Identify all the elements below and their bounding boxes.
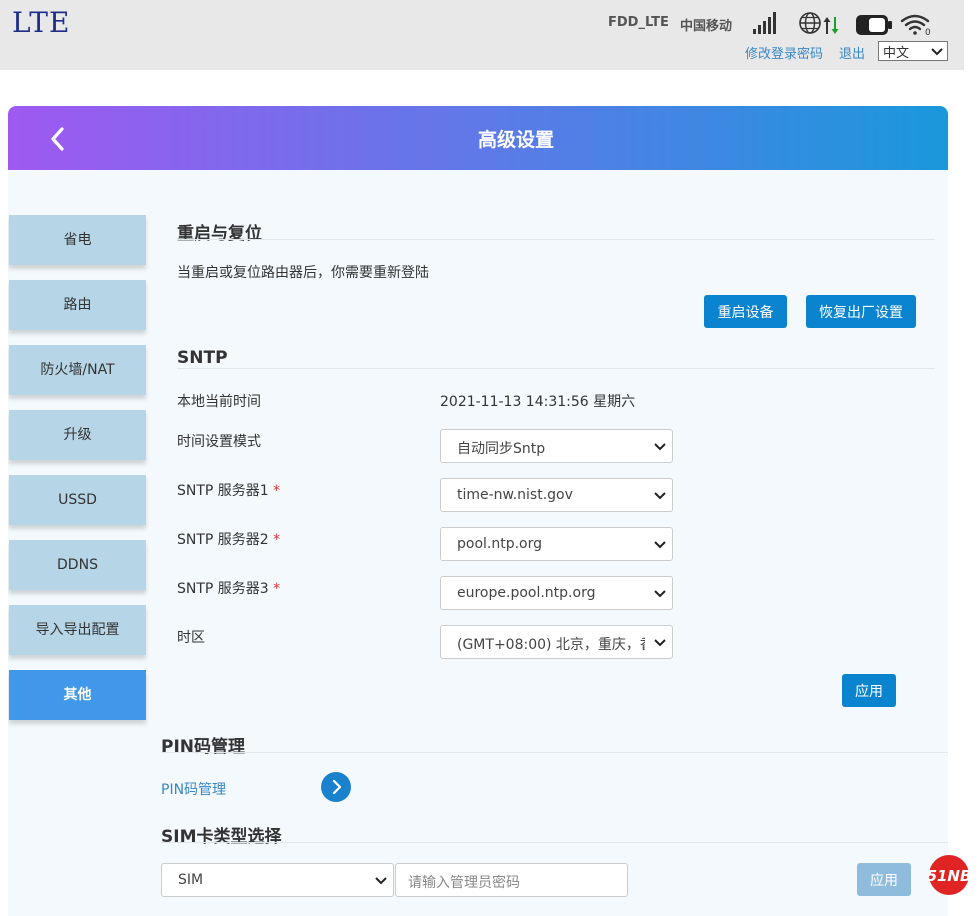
required-mark: *	[273, 483, 281, 499]
logo: LTE	[12, 6, 71, 39]
language-select[interactable]: 中文	[878, 41, 948, 61]
sntp-server1-label-text: SNTP 服务器1	[177, 483, 269, 499]
local-time-value: 2021-11-13 14:31:56 星期六	[440, 394, 636, 410]
change-password-link[interactable]: 修改登录密码	[745, 43, 823, 62]
chevron-down-icon	[654, 443, 666, 451]
sidebar-item-upgrade[interactable]: 升级	[9, 410, 146, 460]
sntp-server3-label: SNTP 服务器3 *	[177, 578, 280, 598]
sidebar-item-firewall-nat[interactable]: 防火墙/NAT	[9, 345, 146, 395]
sidebar-item-routing[interactable]: 路由	[9, 280, 146, 330]
sntp-server3-select[interactable]: europe.pool.ntp.org	[440, 576, 673, 610]
sntp-server2-label: SNTP 服务器2 *	[177, 529, 280, 549]
globe-data-icon	[799, 12, 839, 34]
top-header: LTE FDD_LTE 中国移动 0 修改登录密码 退出 中文	[0, 0, 964, 70]
page-title: 高级设置	[477, 129, 554, 151]
sntp-server1-select[interactable]: time-nw.nist.gov	[440, 478, 673, 512]
sim-section-title: SIM卡类型选择	[161, 827, 282, 847]
sntp-apply-button[interactable]: 应用	[842, 674, 896, 707]
language-value: 中文	[883, 46, 910, 61]
page-banner: 高级设置	[8, 106, 948, 170]
section-divider	[161, 842, 948, 843]
factory-reset-button[interactable]: 恢复出厂设置	[806, 295, 916, 328]
sntp-server3-value: europe.pool.ntp.org	[457, 585, 596, 601]
required-mark: *	[273, 581, 281, 597]
admin-password-placeholder: 请输入管理员密码	[408, 875, 520, 891]
local-time-label: 本地当前时间	[177, 394, 261, 410]
sim-type-select[interactable]: SIM	[161, 863, 394, 897]
sntp-server2-value: pool.ntp.org	[457, 536, 543, 552]
section-divider	[177, 239, 935, 240]
timezone-value: (GMT+08:00) 北京，重庆，香港	[457, 637, 645, 653]
sidebar-item-ddns[interactable]: DDNS	[9, 540, 146, 590]
chevron-down-icon	[654, 590, 666, 598]
sntp-server2-select[interactable]: pool.ntp.org	[440, 527, 673, 561]
chevron-down-icon	[654, 541, 666, 549]
section-divider	[177, 368, 935, 369]
battery-icon	[856, 15, 892, 35]
wifi-icon: 0	[900, 14, 931, 36]
sidebar-item-power-saving[interactable]: 省电	[9, 215, 146, 265]
timezone-label: 时区	[177, 630, 205, 646]
sntp-section-title: SNTP	[177, 348, 228, 368]
time-mode-value: 自动同步Sntp	[457, 441, 546, 457]
sim-apply-button[interactable]: 应用	[857, 863, 911, 896]
required-mark: *	[273, 532, 281, 548]
timezone-select[interactable]: (GMT+08:00) 北京，重庆，香港	[440, 625, 673, 659]
sntp-server1-value: time-nw.nist.gov	[457, 487, 573, 503]
network-type: FDD_LTE	[608, 15, 669, 30]
time-mode-label: 时间设置模式	[177, 434, 261, 450]
signal-bars-icon	[753, 12, 776, 34]
sntp-server1-label: SNTP 服务器1 *	[177, 480, 280, 500]
logout-link[interactable]: 退出	[839, 43, 865, 62]
svg-text:0: 0	[925, 28, 931, 36]
chevron-down-icon	[654, 639, 666, 647]
pin-management-button[interactable]	[321, 772, 351, 802]
time-mode-select[interactable]: 自动同步Sntp	[440, 429, 673, 463]
sidebar-item-import-export[interactable]: 导入导出配置	[9, 605, 146, 655]
reboot-note: 当重启或复位路由器后，你需要重新登陆	[177, 265, 429, 281]
carrier-name: 中国移动	[680, 19, 733, 34]
sim-type-value: SIM	[178, 872, 204, 888]
section-divider	[161, 752, 948, 753]
reboot-button[interactable]: 重启设备	[704, 295, 787, 328]
pin-management-link[interactable]: PIN码管理	[161, 779, 226, 799]
sntp-server2-label-text: SNTP 服务器2	[177, 532, 269, 548]
admin-password-input[interactable]: 请输入管理员密码	[395, 863, 628, 897]
reboot-section-title: 重启与复位	[177, 224, 262, 244]
watermark-badge-icon: 51NB	[928, 855, 970, 895]
chevron-down-icon	[931, 48, 943, 56]
settings-card: 高级设置 省电 路由 防火墙/NAT 升级 USSD DDNS 导入导出配置 其…	[8, 106, 948, 916]
sidebar-item-other[interactable]: 其他	[9, 670, 146, 720]
sidebar-item-ussd[interactable]: USSD	[9, 475, 146, 525]
chevron-down-icon	[654, 492, 666, 500]
watermark-text: 51NB	[928, 867, 970, 885]
chevron-down-icon	[375, 877, 387, 885]
sntp-server3-label-text: SNTP 服务器3	[177, 581, 269, 597]
pin-section-title: PIN码管理	[161, 737, 246, 757]
chevron-right-icon	[332, 779, 342, 795]
